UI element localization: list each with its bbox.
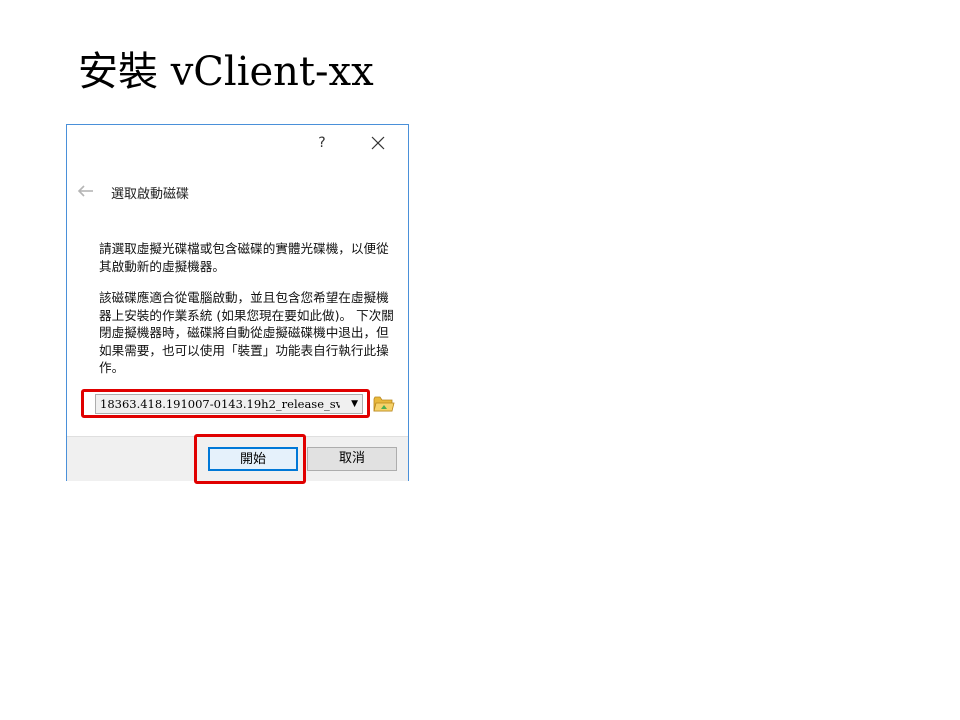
close-button[interactable] [367,131,389,153]
choose-startup-disk-dialog: ? 選取啟動磁碟 請選取虛擬光碟檔或包含磁碟的實體光碟機，以便從其啟動新的虛擬機… [66,124,409,484]
slide-title: 安裝 vClient-xx [78,49,374,95]
cancel-button[interactable]: 取消 [307,447,397,471]
close-icon [371,136,385,150]
start-button[interactable]: 開始 [208,447,298,471]
dialog-footer: 開始 取消 [67,436,408,481]
folder-icon [373,396,395,412]
browse-folder-button[interactable] [373,394,395,414]
disk-select[interactable]: 18363.418.191007-0143.19h2_release_svc_ … [95,394,363,414]
back-button[interactable] [77,183,95,197]
disk-select-value: 18363.418.191007-0143.19h2_release_svc_ [100,397,340,411]
help-button[interactable]: ? [315,133,329,153]
back-arrow-icon [77,185,93,197]
dialog-heading: 選取啟動磁碟 [111,187,190,202]
dropdown-arrow-icon: ▼ [351,399,358,409]
description-text: 該磁碟應適合從電腦啟動，並且包含您希望在虛擬機器上安裝的作業系統 (如果您現在要… [99,290,394,376]
instruction-text: 請選取虛擬光碟檔或包含磁碟的實體光碟機，以便從其啟動新的虛擬機器。 [99,241,389,274]
